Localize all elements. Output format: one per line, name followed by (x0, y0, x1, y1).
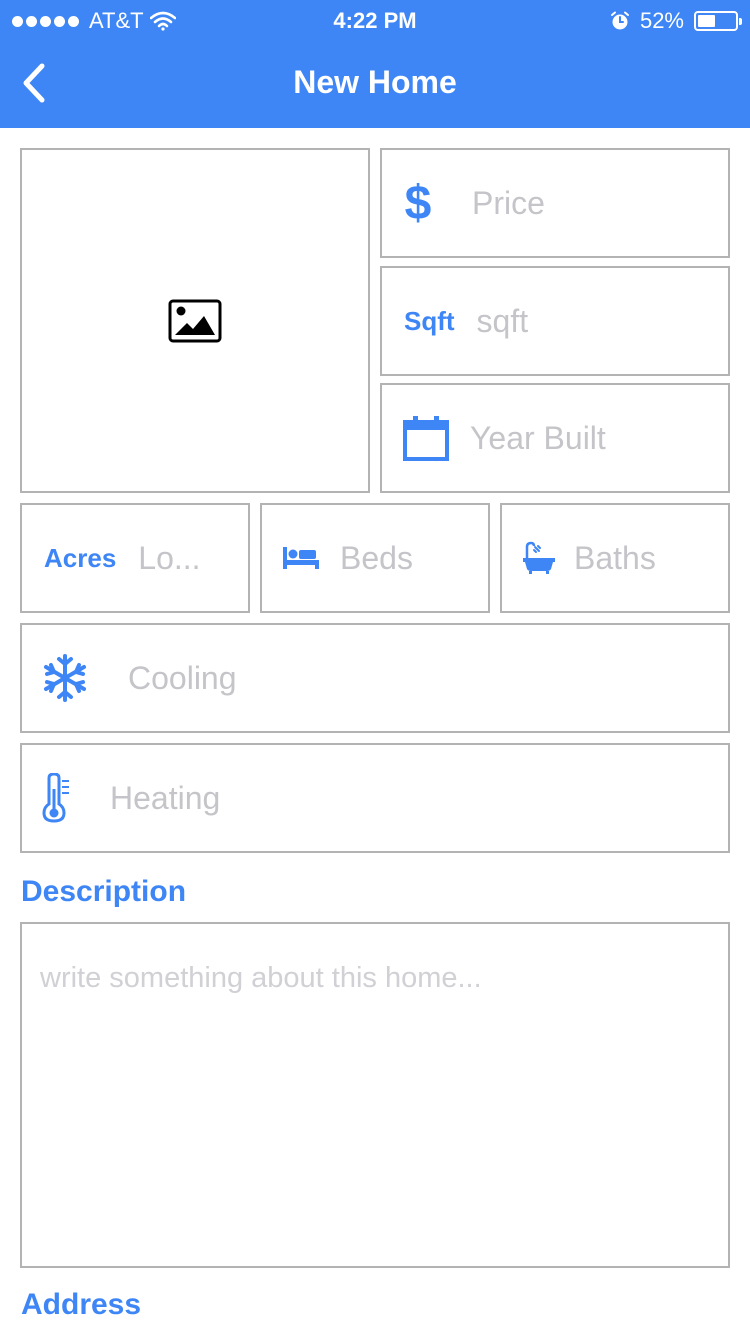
description-input[interactable]: write something about this home... (20, 922, 730, 1268)
calendar-icon (403, 416, 449, 461)
alarm-icon (610, 11, 629, 30)
thermometer-icon (42, 773, 69, 823)
navigation-header: AT&T 4:22 PM 52% New Home (0, 0, 750, 128)
price-placeholder: Price (472, 184, 545, 221)
year-built-field[interactable]: Year Built (380, 383, 730, 493)
battery-icon (694, 11, 742, 31)
acres-label: Acres (44, 542, 117, 573)
sqft-label: Sqft (404, 305, 455, 336)
sqft-field[interactable]: Sqft sqft (380, 266, 730, 376)
dollar-icon: $ (404, 176, 432, 230)
cooling-field[interactable]: Cooling (20, 623, 730, 733)
image-icon (168, 299, 222, 342)
year-built-placeholder: Year Built (470, 419, 606, 456)
page-title: New Home (293, 64, 457, 100)
sqft-placeholder: sqft (476, 302, 529, 339)
description-placeholder: write something about this home... (40, 962, 482, 994)
snowflake-icon (44, 654, 86, 702)
bathtub-icon (523, 541, 555, 574)
acres-field[interactable]: Acres Lo... (20, 503, 250, 613)
address-title: Address (21, 1288, 142, 1321)
beds-field[interactable]: Beds (260, 503, 490, 613)
heating-placeholder: Heating (110, 779, 221, 816)
baths-placeholder: Baths (574, 539, 656, 576)
status-bar: AT&T 4:22 PM 52% (0, 0, 750, 40)
heating-field[interactable]: Heating (20, 743, 730, 853)
baths-field[interactable]: Baths (500, 503, 730, 613)
status-right-group: 52% (610, 8, 742, 34)
bed-icon (283, 547, 319, 569)
price-field[interactable]: $ Price (380, 148, 730, 258)
acres-placeholder: Lo... (138, 539, 201, 576)
battery-percent: 52% (639, 8, 684, 33)
cooling-placeholder: Cooling (128, 659, 237, 696)
photo-picker[interactable] (20, 148, 370, 493)
beds-placeholder: Beds (340, 539, 413, 576)
description-title: Description (21, 875, 187, 908)
